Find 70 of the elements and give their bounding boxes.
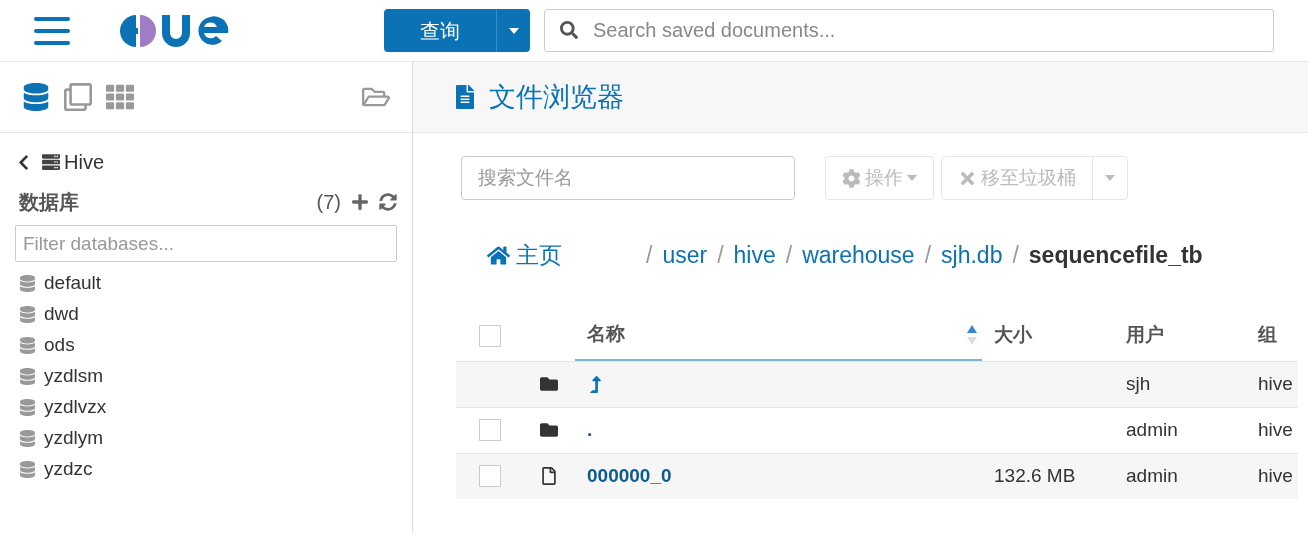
- folder-icon: [539, 375, 558, 393]
- file-link[interactable]: .: [587, 418, 593, 440]
- file-link[interactable]: 000000_0: [587, 464, 672, 486]
- source-label[interactable]: Hive: [64, 147, 104, 177]
- documents-tab-icon[interactable]: [64, 83, 92, 111]
- document-icon: [453, 85, 477, 109]
- size-cell: 132.6 MB: [994, 464, 1076, 486]
- database-item[interactable]: yzdzc: [15, 454, 397, 485]
- database-icon: [19, 368, 36, 385]
- page-title: 文件浏览器: [489, 80, 624, 114]
- file-row[interactable]: sjh hive: [456, 360, 1298, 407]
- caret-icon: [907, 175, 917, 181]
- database-icon: [19, 275, 36, 292]
- breadcrumb-separator: /: [1012, 241, 1019, 270]
- group-cell: hive: [1258, 464, 1293, 486]
- search-field[interactable]: Search saved documents...: [544, 9, 1274, 52]
- caret-icon: [508, 27, 519, 34]
- database-item[interactable]: yzdlvzx: [15, 392, 397, 423]
- database-item[interactable]: dwd: [15, 299, 397, 330]
- add-icon[interactable]: [351, 193, 369, 211]
- database-icon: [19, 337, 36, 354]
- file-icon: [539, 467, 558, 485]
- user-cell: sjh: [1126, 372, 1151, 394]
- checkbox[interactable]: [479, 419, 501, 441]
- gear-icon: [842, 168, 861, 188]
- current-folder-label: sequencefile_tb: [1028, 241, 1203, 270]
- server-icon: [42, 153, 60, 171]
- database-item[interactable]: default: [15, 268, 397, 299]
- breadcrumb-link[interactable]: warehouse: [802, 238, 915, 273]
- column-header[interactable]: 大小: [982, 310, 1114, 361]
- sort-icon: [966, 323, 978, 346]
- filter-field[interactable]: Filter databases...: [15, 225, 397, 262]
- database-item[interactable]: ods: [15, 330, 397, 361]
- checkbox[interactable]: [479, 465, 501, 487]
- section-title: 数据库: [19, 190, 79, 215]
- databases-tab-icon[interactable]: [22, 83, 50, 111]
- file-row[interactable]: 000000_0 132.6 MB admin hive: [456, 452, 1298, 499]
- database-icon: [19, 461, 36, 478]
- column-header[interactable]: 组: [1246, 310, 1298, 361]
- database-icon: [19, 399, 36, 416]
- breadcrumb-separator: /: [924, 241, 932, 270]
- breadcrumb-link[interactable]: user: [662, 238, 708, 273]
- menu-button[interactable]: [34, 16, 70, 45]
- column-header[interactable]: 用户: [1114, 310, 1246, 361]
- search-icon: [560, 21, 578, 39]
- up-level-icon[interactable]: [587, 375, 604, 393]
- database-icon: [19, 306, 36, 323]
- query-dropdown-button[interactable]: [496, 9, 530, 52]
- user-cell: admin: [1126, 464, 1178, 486]
- breadcrumb-link[interactable]: sjh.db: [941, 238, 1003, 273]
- query-button[interactable]: 查询: [384, 9, 496, 52]
- database-item[interactable]: yzdlsm: [15, 361, 397, 392]
- refresh-icon[interactable]: [379, 193, 397, 211]
- file-search-field[interactable]: 搜索文件名: [461, 156, 795, 200]
- user-cell: admin: [1126, 418, 1178, 440]
- breadcrumb-separator: /: [717, 241, 724, 270]
- database-item[interactable]: yzdlym: [15, 423, 397, 454]
- checkbox[interactable]: [479, 324, 501, 347]
- apps-tab-icon[interactable]: [106, 83, 134, 111]
- database-icon: [19, 430, 36, 447]
- breadcrumb-separator: /: [785, 241, 793, 270]
- folder-icon: [539, 421, 558, 439]
- breadcrumb-link[interactable]: hive: [733, 238, 776, 273]
- database-count: (7): [316, 190, 341, 215]
- group-cell: hive: [1258, 372, 1293, 394]
- home-icon: [487, 243, 510, 267]
- home-link[interactable]: 主页: [487, 238, 562, 273]
- group-cell: hive: [1258, 418, 1293, 440]
- breadcrumb-separator: /: [646, 241, 653, 270]
- caret-icon: [1105, 175, 1115, 181]
